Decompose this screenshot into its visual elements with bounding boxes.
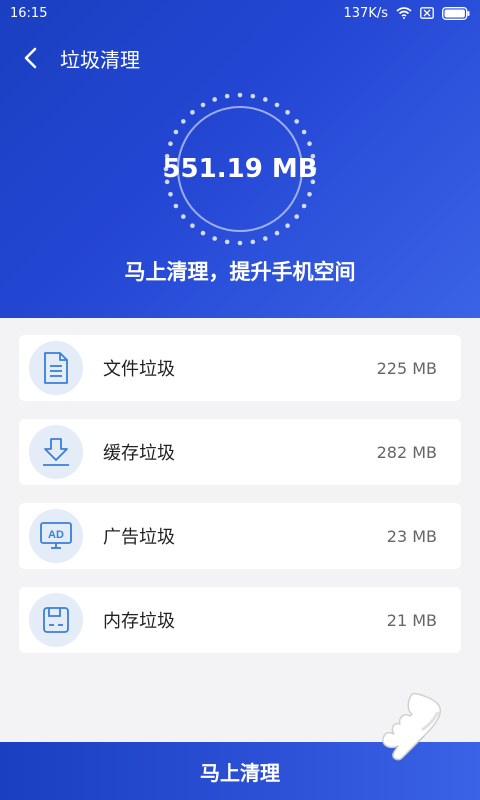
- back-button[interactable]: [0, 38, 60, 78]
- item-size: 21 MB: [386, 610, 437, 630]
- wifi-icon: [396, 7, 412, 19]
- page-title: 垃圾清理: [60, 47, 140, 72]
- junk-item-ad[interactable]: AD 广告垃圾 23 MB: [19, 503, 461, 569]
- item-size: 282 MB: [376, 442, 437, 462]
- junk-item-cache[interactable]: 缓存垃圾 282 MB: [19, 419, 461, 485]
- status-bar: 16:15 137K/s: [0, 0, 480, 26]
- storage-ring: 551.19 MB: [160, 89, 320, 249]
- item-label: 缓存垃圾: [103, 443, 175, 464]
- sim-blocked-icon: [420, 7, 434, 19]
- hero-panel: 16:15 137K/s 垃圾清理 551.19 MB 马上清理，提升手机空间: [0, 0, 480, 318]
- network-speed: 137K/s: [343, 5, 389, 21]
- item-label: 内存垃圾: [103, 611, 175, 632]
- item-size: 225 MB: [376, 358, 437, 378]
- junk-list: 文件垃圾 225 MB 缓存垃圾 282 MB AD 广告垃圾 23 MB 内存…: [19, 335, 461, 671]
- clean-now-label: 马上清理: [200, 760, 280, 785]
- svg-text:AD: AD: [48, 529, 64, 541]
- memory-icon: [29, 593, 83, 647]
- item-label: 文件垃圾: [103, 359, 175, 380]
- status-time: 16:15: [10, 5, 48, 21]
- ad-icon: AD: [29, 509, 83, 563]
- download-icon: [29, 425, 83, 479]
- item-label: 广告垃圾: [103, 527, 175, 548]
- junk-item-file[interactable]: 文件垃圾 225 MB: [19, 335, 461, 401]
- tagline: 马上清理，提升手机空间: [124, 260, 356, 284]
- junk-item-memory[interactable]: 内存垃圾 21 MB: [19, 587, 461, 653]
- nav-bar: 垃圾清理: [0, 38, 480, 78]
- document-icon: [29, 341, 83, 395]
- junk-total-size: 551.19 MB: [162, 154, 318, 184]
- item-size: 23 MB: [386, 526, 437, 546]
- pointing-hand-icon: [382, 692, 442, 761]
- chevron-left-icon: [24, 47, 37, 69]
- battery-icon: [442, 6, 470, 20]
